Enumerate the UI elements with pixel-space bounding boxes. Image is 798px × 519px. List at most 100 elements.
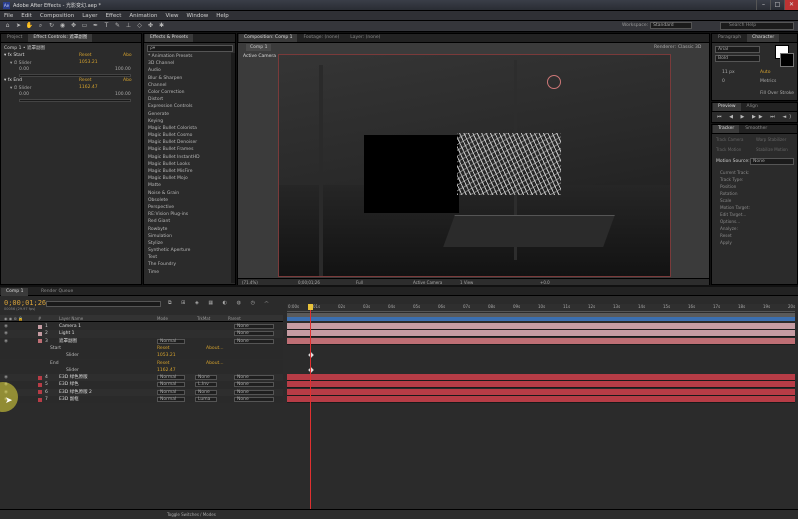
effect-category-item[interactable]: Magic Bullet Looks	[144, 161, 234, 168]
layer-duration-bar[interactable]	[287, 388, 795, 396]
tab-footage[interactable]: Footage: (none)	[298, 34, 344, 42]
camera-select[interactable]: Active Camera	[413, 279, 442, 286]
layer-mode-select[interactable]: Normal	[157, 389, 185, 395]
tracker-row[interactable]: Motion Target:	[716, 204, 796, 211]
effect-category-item[interactable]: Color Correction	[144, 89, 234, 96]
pen-tool-icon[interactable]: ✒	[91, 22, 100, 30]
layer-duration-bar[interactable]	[287, 396, 795, 403]
effect-about-link[interactable]: About...	[206, 345, 224, 352]
motion-source-select[interactable]: None	[750, 158, 794, 165]
layer-row[interactable]: ◉6E3D 绿色原版 2NormalNoneNone	[0, 388, 283, 396]
layer-duration-bar[interactable]	[287, 337, 795, 345]
home-icon[interactable]: ⌂	[3, 22, 12, 30]
maximize-button[interactable]: □	[770, 0, 784, 10]
layer-name[interactable]: Light 1	[59, 330, 75, 337]
toggle-switches-modes[interactable]: Toggle Switches / Modes	[167, 512, 216, 517]
tab-paragraph[interactable]: Paragraph	[713, 34, 746, 42]
tracker-row[interactable]: Edit Target...	[716, 211, 796, 218]
type-tool-icon[interactable]: T	[102, 22, 111, 30]
tab-comp1-timeline[interactable]: Comp 1	[1, 288, 29, 296]
track-camera-button[interactable]: Track Camera	[716, 137, 743, 142]
tracker-row[interactable]: Current Track:	[716, 169, 796, 176]
pan-behind-tool-icon[interactable]: ✥	[69, 22, 78, 30]
layer-duration-bar[interactable]	[287, 330, 795, 338]
effect-category-item[interactable]: Keying	[144, 118, 234, 125]
layer-row[interactable]: ◉ 3 遮罩副图 Normal None	[0, 337, 283, 345]
effect-category-item[interactable]: Noise & Grain	[144, 190, 234, 197]
effect-end-reset[interactable]: Reset	[79, 78, 92, 83]
effect-about-link[interactable]: About...	[206, 360, 224, 367]
layer-mode-select[interactable]: Normal	[157, 375, 185, 381]
start-slider-value[interactable]: 1053.21	[157, 352, 176, 359]
effect-category-item[interactable]: Magic Bullet Denoiser	[144, 139, 234, 146]
effects-scrollbar[interactable]	[231, 53, 235, 283]
layer-mode-select[interactable]: Normal	[157, 397, 185, 402]
layer-row[interactable]: ◉ 4 E3D 绿色原版 Normal None None	[0, 374, 283, 382]
effect-category-item[interactable]: The Foundry	[144, 261, 234, 268]
layer-mode-select[interactable]: Normal	[157, 338, 185, 344]
layer-trkmat-select[interactable]: L.Inv	[195, 382, 217, 388]
effect-category-item[interactable]: Magic Bullet Cosmo	[144, 132, 234, 139]
layer-duration-bar[interactable]	[287, 381, 795, 389]
tab-tracker[interactable]: Tracker	[713, 125, 740, 133]
effect-category-item[interactable]: Generate	[144, 111, 234, 118]
effect-end-slider[interactable]	[19, 99, 131, 102]
menu-effect[interactable]: Effect	[102, 13, 126, 19]
layer-parent-select[interactable]: None	[234, 389, 274, 395]
layer-label-color[interactable]	[38, 331, 42, 336]
effect-sub-row[interactable]: Slider 1162.47	[0, 366, 283, 375]
tab-render-queue[interactable]: Render Queue	[36, 288, 78, 296]
effect-start-slider[interactable]	[19, 74, 131, 77]
resolution-select[interactable]: Full	[356, 279, 363, 286]
layer-name[interactable]: E3D 副框	[59, 396, 79, 403]
timeline-timecode[interactable]: 0;00;01;26	[4, 299, 46, 307]
stroke-color-swatch[interactable]	[780, 53, 794, 67]
effect-sub-row[interactable]: End Reset About...	[0, 359, 283, 367]
layer-trkmat-select[interactable]: None	[195, 375, 217, 381]
zoom-tool-icon[interactable]: ⌕	[36, 22, 45, 30]
kerning-value[interactable]: Metrics	[760, 79, 776, 84]
tab-composition[interactable]: Composition: Comp 1	[239, 34, 298, 42]
layer-trkmat-select[interactable]: Luma	[195, 397, 217, 402]
layer-label-color[interactable]	[38, 375, 42, 380]
track-motion-button[interactable]: Track Motion	[716, 147, 741, 152]
tracker-row[interactable]: Rotation	[716, 190, 796, 197]
end-slider-value[interactable]: 1162.47	[157, 367, 176, 374]
workspace-select[interactable]: Standard	[650, 22, 693, 29]
effect-category-item[interactable]: Expression Controls	[144, 103, 234, 110]
effect-sub-row[interactable]: Slider 1053.21	[0, 352, 283, 360]
close-button[interactable]: ✕	[784, 0, 798, 10]
layer-parent-select[interactable]: None	[234, 331, 274, 337]
eraser-tool-icon[interactable]: ◇	[135, 22, 144, 30]
tracking-value[interactable]: 0	[722, 79, 725, 84]
mask-tool-icon[interactable]: ▭	[80, 22, 89, 30]
layer-label-color[interactable]	[38, 324, 42, 329]
viewer-timecode[interactable]: 0;00;01;26	[298, 279, 320, 286]
playback-controls[interactable]: ⏮ ◀ ▶ ▶▶ ⏭ ◄) ▭	[717, 114, 798, 120]
tab-character[interactable]: Character	[747, 34, 780, 42]
tab-project[interactable]: Project	[2, 34, 27, 42]
layer-name[interactable]: E3D 绿色原版	[59, 374, 88, 381]
effect-category-item[interactable]: 3D Channel	[144, 60, 234, 67]
layer-name[interactable]: E3D 绿色原版 2	[59, 389, 92, 396]
effect-category-item[interactable]: * Animation Presets	[144, 53, 234, 60]
effect-category-item[interactable]: Magic Bullet Frames	[144, 146, 234, 153]
layer-label-color[interactable]	[38, 382, 42, 387]
effect-end-about[interactable]: Abo	[123, 78, 132, 83]
effect-category-item[interactable]: Audio	[144, 67, 234, 74]
effect-category-item[interactable]: Blur & Sharpen	[144, 75, 234, 82]
layer-label-color[interactable]	[38, 397, 42, 402]
rotate-tool-icon[interactable]: ↻	[47, 22, 56, 30]
layer-parent-select[interactable]: None	[234, 382, 274, 388]
effect-end-name[interactable]: ▾ fx End	[4, 78, 22, 83]
font-family-select[interactable]: Arial	[715, 46, 760, 53]
font-size-value[interactable]: 11 px	[722, 70, 735, 75]
col-layer-name[interactable]: Layer Name	[59, 315, 83, 322]
layer-parent-select[interactable]: None	[234, 375, 274, 381]
visibility-eye-icon[interactable]: ◉	[4, 323, 8, 330]
warp-stabilizer-button[interactable]: Warp Stabilizer	[756, 137, 786, 142]
clone-tool-icon[interactable]: ⊥	[124, 22, 133, 30]
help-search-input[interactable]: Search Help	[720, 22, 794, 30]
exposure-value[interactable]: +0.0	[540, 279, 550, 286]
effect-category-item[interactable]: Distort	[144, 96, 234, 103]
